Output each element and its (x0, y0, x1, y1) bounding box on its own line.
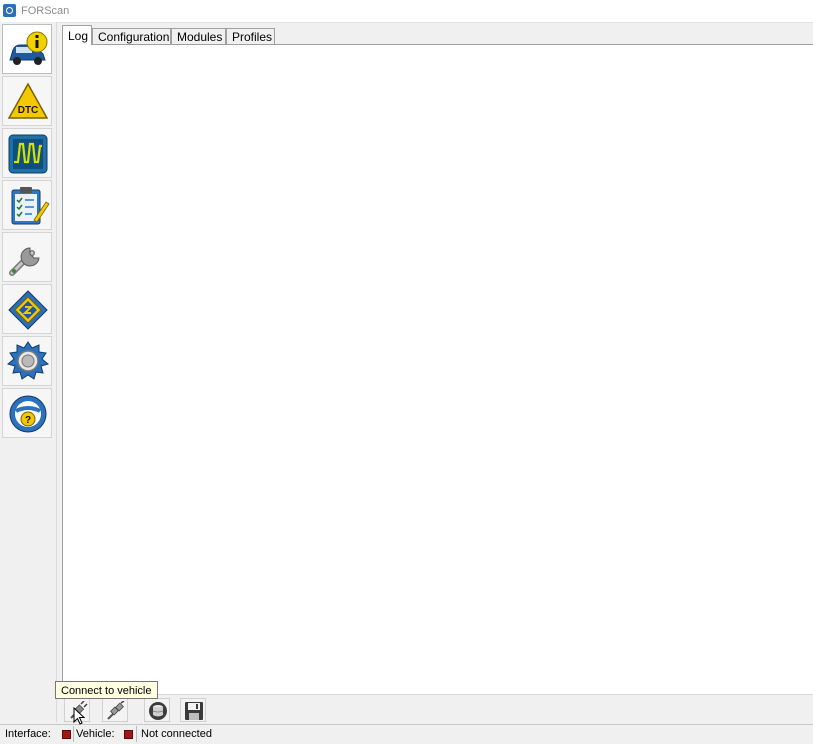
vehicle-info-icon (9, 31, 48, 65)
sidebar-item-settings[interactable] (2, 336, 52, 386)
help-icon: ? (9, 395, 47, 433)
tab-profiles[interactable]: Profiles (226, 28, 275, 44)
title-bar: FORScan (0, 0, 813, 23)
status-bar: Interface: Vehicle: Not connected (0, 724, 813, 744)
database-icon (149, 702, 167, 720)
mouse-cursor-icon (73, 707, 85, 725)
window-title: FORScan (21, 5, 70, 17)
sidebar-item-programming[interactable] (2, 284, 52, 334)
save-button[interactable] (180, 698, 206, 722)
help-icon-label: ? (25, 415, 31, 426)
database-button[interactable] (144, 698, 170, 722)
status-divider (136, 726, 137, 742)
disconnect-button[interactable] (102, 698, 128, 722)
save-icon (185, 702, 203, 720)
wrench-icon (9, 247, 40, 276)
toolbar (62, 694, 813, 725)
connection-status-text: Not connected (141, 728, 212, 740)
dtc-icon: DTC (7, 82, 49, 119)
checklist-icon (11, 187, 50, 225)
vehicle-label: Vehicle: (76, 728, 115, 740)
sidebar-item-vehicle-info[interactable] (2, 24, 52, 74)
tab-modules[interactable]: Modules (171, 28, 226, 44)
app-icon (3, 4, 16, 17)
sidebar: DTC ? (0, 22, 57, 722)
interface-status-led (62, 730, 71, 739)
sidebar-item-help[interactable]: ? (2, 388, 52, 438)
oscilloscope-icon (8, 134, 48, 174)
disconnect-icon (107, 701, 125, 720)
tooltip: Connect to vehicle (55, 681, 158, 699)
tab-configuration[interactable]: Configuration (92, 28, 171, 44)
vehicle-status-led (124, 730, 133, 739)
log-panel[interactable] (62, 44, 813, 694)
tab-log[interactable]: Log (62, 25, 92, 45)
sidebar-item-dtc[interactable]: DTC (2, 76, 52, 126)
status-divider (73, 726, 74, 742)
chip-icon (8, 290, 48, 330)
sidebar-item-service[interactable] (2, 232, 52, 282)
interface-label: Interface: (5, 728, 51, 740)
sidebar-item-oscilloscope[interactable] (2, 128, 52, 178)
settings-gear-icon (6, 341, 50, 380)
sidebar-item-checklist[interactable] (2, 180, 52, 230)
dtc-icon-label: DTC (18, 105, 39, 116)
